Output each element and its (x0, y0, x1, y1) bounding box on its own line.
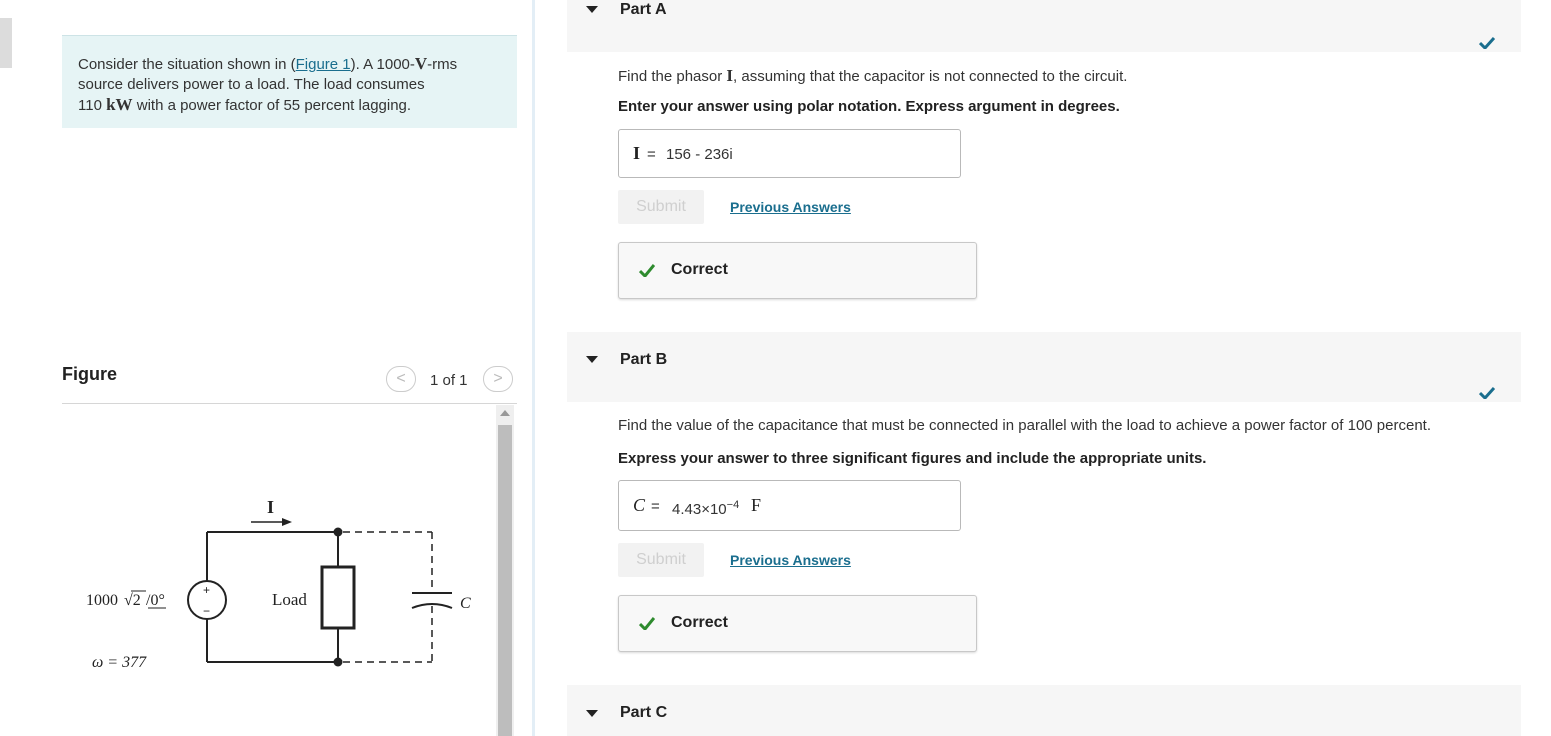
next-figure-button[interactable]: > (483, 366, 513, 392)
part-b-instruction: Express your answer to three significant… (618, 450, 1207, 467)
collapse-caret-icon[interactable] (586, 710, 598, 717)
part-b-previous-answers-link[interactable]: Previous Answers (730, 552, 851, 568)
part-b-answer-field[interactable]: C = 4.43×10−4 F (618, 480, 961, 531)
problem-line-1: Consider the situation shown in (Figure … (78, 54, 458, 73)
figure-link[interactable]: Figure 1 (296, 56, 351, 73)
part-c-header[interactable]: Part C (567, 685, 1521, 736)
circuit-diagram: 1000 √2 /0° + − I Load C ω = 377 (86, 497, 471, 671)
part-b-submit-button[interactable]: Submit (618, 543, 704, 577)
left-column: Consider the situation shown in (Figure … (0, 0, 534, 736)
scrollbar-thumb[interactable] (498, 425, 512, 736)
load-label: Load (272, 590, 307, 609)
scroll-up-arrow-icon[interactable] (500, 410, 510, 416)
part-c-label: Part C (620, 704, 668, 721)
source-voltage-angle: /0° (146, 592, 165, 609)
answer-variable: C (633, 495, 646, 515)
collapse-caret-icon[interactable] (586, 6, 598, 13)
feedback-text: Correct (671, 614, 728, 631)
part-b-feedback: Correct (618, 595, 977, 652)
prev-figure-button[interactable]: < (386, 366, 416, 392)
problem-statement: Consider the situation shown in (Figure … (62, 35, 517, 128)
source-voltage-sqrt: √2 (124, 592, 141, 609)
part-a-question: Find the phasor I, assuming that the cap… (618, 66, 1128, 85)
part-b-header[interactable]: Part B (567, 332, 1521, 402)
answer-value: 156 - 236i (666, 146, 733, 163)
part-a-header[interactable]: Part A (567, 0, 1521, 52)
figure-page-count: 1 of 1 (430, 372, 468, 389)
column-divider (532, 0, 535, 736)
check-icon (1479, 37, 1495, 49)
check-icon (1479, 387, 1495, 399)
part-a-answer-field[interactable]: I = 156 - 236i (618, 129, 961, 178)
problem-line-2: source delivers power to a load. The loa… (78, 76, 425, 93)
figure-title: Figure (62, 364, 118, 384)
current-label: I (267, 497, 274, 517)
part-a-label: Part A (620, 1, 667, 18)
source-plus-sign: + (203, 583, 210, 597)
answer-equals: = (651, 498, 660, 515)
check-icon (639, 617, 655, 630)
part-a-feedback: Correct (618, 242, 977, 299)
source-minus-sign: − (203, 604, 210, 618)
problem-line-3: 110 kW with a power factor of 55 percent… (78, 95, 412, 114)
check-icon (639, 264, 655, 277)
part-a-instruction: Enter your answer using polar notation. … (618, 98, 1120, 115)
answer-value: 4.43×10−4 (672, 499, 740, 518)
omega-label: ω = 377 (92, 654, 147, 671)
answer-unit: F (751, 495, 762, 515)
part-a-submit-button[interactable]: Submit (618, 190, 704, 224)
answer-equals: = (647, 146, 656, 163)
part-b-question: Find the value of the capacitance that m… (618, 417, 1432, 434)
answer-variable: I (633, 143, 641, 163)
feedback-text: Correct (671, 261, 728, 278)
collapse-caret-icon[interactable] (586, 356, 598, 363)
part-b-label: Part B (620, 351, 668, 368)
capacitor-label: C (460, 595, 471, 612)
figure-scrollbar[interactable] (496, 405, 514, 736)
source-voltage-number: 1000 (86, 592, 118, 609)
part-a-previous-answers-link[interactable]: Previous Answers (730, 199, 851, 215)
figure-header: Figure < 1 of 1 > (62, 362, 517, 404)
